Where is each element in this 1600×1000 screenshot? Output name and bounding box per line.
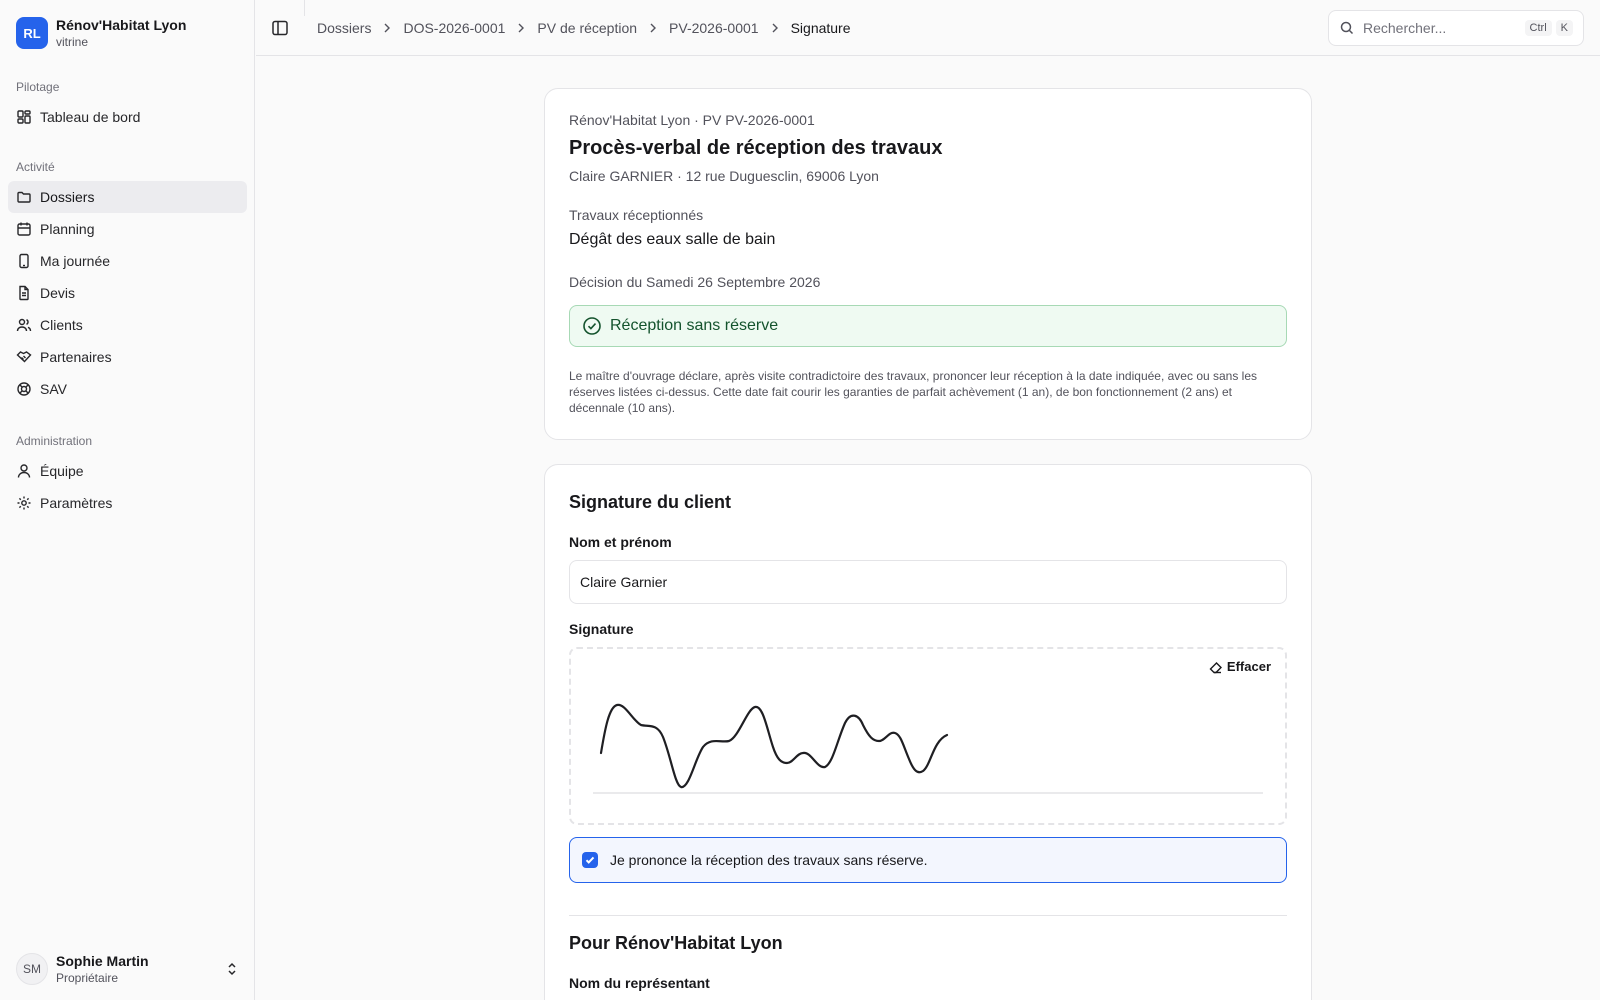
sidebar-item-parametres[interactable]: Paramètres xyxy=(8,487,247,519)
brand-subtitle: vitrine xyxy=(56,35,89,49)
breadcrumb-current: Signature xyxy=(790,20,851,36)
name-label: Nom et prénom xyxy=(569,534,672,550)
representative-label: Nom du représentant xyxy=(569,975,710,991)
shortcut-key: Ctrl xyxy=(1524,20,1552,36)
sidebar-item-label: SAV xyxy=(40,381,67,397)
phone-icon xyxy=(19,253,29,269)
section-divider xyxy=(569,915,1287,916)
company-heading: Pour Rénov'Habitat Lyon xyxy=(569,933,783,953)
sidebar-item-dossiers[interactable]: Dossiers xyxy=(8,181,247,213)
dashboard-icon xyxy=(17,110,31,124)
sidebar-item-label: Paramètres xyxy=(40,495,113,511)
signature-label: Signature xyxy=(569,621,634,637)
sidebar: RL Rénov'Habitat Lyon vitrine Pilotage T… xyxy=(0,0,255,1000)
sidebar-item-label: Tableau de bord xyxy=(40,109,141,125)
sidebar-item-label: Planning xyxy=(40,221,95,237)
sidebar-item-label: Ma journée xyxy=(40,253,111,269)
signature-heading: Signature du client xyxy=(569,492,732,512)
sidebar-item-clients[interactable]: Clients xyxy=(8,309,247,341)
client-line: Claire GARNIER · 12 rue Duguesclin, 6900… xyxy=(569,168,879,184)
group-label: Pilotage xyxy=(16,80,60,94)
chevron-right-icon xyxy=(384,23,391,33)
chevron-right-icon xyxy=(518,23,525,33)
avatar: SM xyxy=(16,953,48,985)
breadcrumb-item[interactable]: PV-2026-0001 xyxy=(669,20,759,36)
sidebar-item-label: Clients xyxy=(40,317,83,333)
check-circle-icon xyxy=(583,317,601,335)
sidebar-item-label: Équipe xyxy=(40,463,84,479)
nav-group-activite: Activité Dossiers Planning Ma journée De… xyxy=(8,157,247,405)
search-input[interactable]: Rechercher... Ctrl K xyxy=(1328,10,1584,46)
user-menu[interactable]: SM Sophie Martin Propriétaire xyxy=(16,952,240,986)
user-role: Propriétaire xyxy=(56,971,119,985)
header-divider xyxy=(304,0,305,16)
calendar-icon xyxy=(17,222,31,236)
search-icon xyxy=(1340,21,1354,35)
sidebar-item-planning[interactable]: Planning xyxy=(8,213,247,245)
chevron-right-icon xyxy=(650,23,657,33)
sidebar-item-partenaires[interactable]: Partenaires xyxy=(8,341,247,373)
breadcrumb-item[interactable]: Dossiers xyxy=(317,20,371,36)
document-icon xyxy=(19,285,29,301)
breadcrumb-item[interactable]: DOS-2026-0001 xyxy=(403,20,505,36)
decision-badge: Réception sans réserve xyxy=(569,305,1287,347)
consent-checkbox[interactable] xyxy=(582,852,598,868)
search-shortcut: Ctrl K xyxy=(1524,20,1573,36)
consent-label: Je prononce la réception des travaux san… xyxy=(610,852,928,868)
handshake-icon xyxy=(16,351,32,363)
top-bar: Dossiers DOS-2026-0001 PV de réception P… xyxy=(256,0,1600,56)
pv-meta: Rénov'Habitat Lyon · PV PV-2026-0001 xyxy=(569,112,815,128)
sidebar-item-label: Dossiers xyxy=(40,189,95,205)
works-value: Dégât des eaux salle de bain xyxy=(569,231,776,248)
user-icon xyxy=(17,464,31,478)
sidebar-item-equipe[interactable]: Équipe xyxy=(8,455,247,487)
breadcrumb-item[interactable]: PV de réception xyxy=(537,20,637,36)
search-placeholder: Rechercher... xyxy=(1363,20,1447,36)
breadcrumb: Dossiers DOS-2026-0001 PV de réception P… xyxy=(317,18,851,38)
decision-label: Décision du Samedi 26 Septembre 2026 xyxy=(569,274,821,290)
group-label: Activité xyxy=(16,160,55,174)
consent-checkbox-row[interactable]: Je prononce la réception des travaux san… xyxy=(569,837,1287,883)
folder-icon xyxy=(17,191,31,203)
user-name: Sophie Martin xyxy=(56,953,149,969)
sidebar-item-devis[interactable]: Devis xyxy=(8,277,247,309)
chevron-right-icon xyxy=(772,23,778,33)
sidebar-item-ma-journee[interactable]: Ma journée xyxy=(8,245,247,277)
group-label: Administration xyxy=(16,434,93,448)
checkmark-icon xyxy=(585,856,595,864)
sidebar-item-sav[interactable]: SAV xyxy=(8,373,247,405)
signature-drawing xyxy=(593,703,1263,794)
lifebuoy-icon xyxy=(17,382,31,396)
sidebar-item-label: Devis xyxy=(40,285,76,301)
brand[interactable]: RL Rénov'Habitat Lyon vitrine xyxy=(16,16,186,50)
nav-group-pilotage: Pilotage Tableau de bord xyxy=(8,77,247,133)
legal-text: Le maître d'ouvrage déclare, après visit… xyxy=(569,369,1258,415)
users-icon xyxy=(16,318,32,332)
page-title: Procès-verbal de réception des travaux xyxy=(569,137,943,159)
sidebar-item-label: Partenaires xyxy=(40,349,112,365)
sidebar-item-dashboard[interactable]: Tableau de bord xyxy=(8,101,247,133)
nav-group-administration: Administration Équipe Paramètres xyxy=(8,431,247,519)
works-label: Travaux réceptionnés xyxy=(569,207,704,223)
decision-value: Réception sans réserve xyxy=(610,317,779,334)
brand-logo: RL xyxy=(16,17,48,49)
sidebar-toggle-icon[interactable] xyxy=(270,18,290,38)
chevron-up-down-icon xyxy=(228,962,236,976)
client-name-value: Claire Garnier xyxy=(580,574,668,590)
brand-name: Rénov'Habitat Lyon xyxy=(56,17,187,33)
gear-icon xyxy=(17,496,31,510)
signature-pad[interactable]: Effacer xyxy=(569,647,1287,825)
pv-summary-card: Rénov'Habitat Lyon · PV PV-2026-0001 Pro… xyxy=(544,88,1312,440)
signature-card: Signature du client Nom et prénom Claire… xyxy=(544,464,1312,1000)
client-name-field[interactable]: Claire Garnier xyxy=(569,560,1287,604)
shortcut-key: K xyxy=(1555,20,1573,36)
